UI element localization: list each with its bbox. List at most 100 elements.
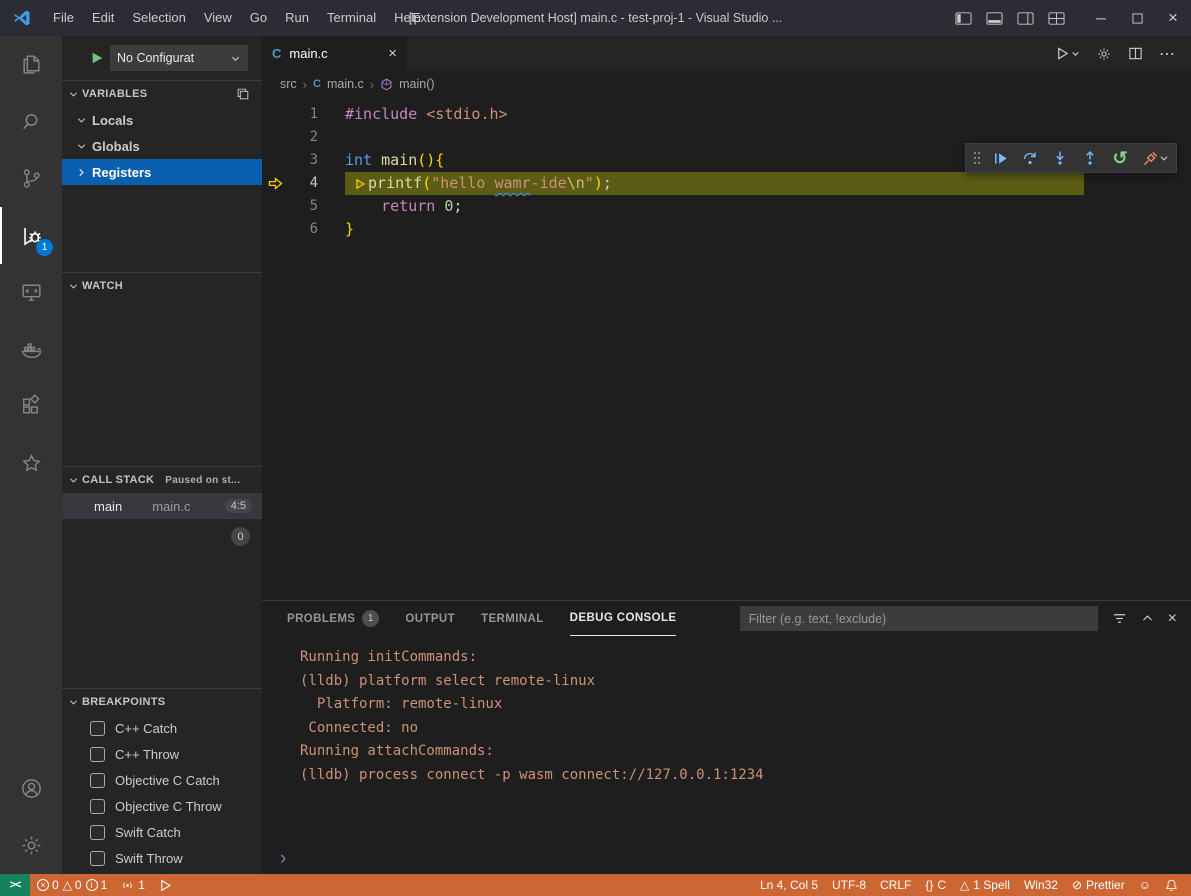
breakpoint-item[interactable]: Swift Throw: [62, 845, 262, 871]
bell-icon: [1165, 879, 1178, 892]
checkbox-unchecked[interactable]: [90, 773, 105, 788]
activity-extensions[interactable]: [0, 378, 62, 435]
configure-gear-icon[interactable]: [1096, 46, 1112, 62]
activity-docker[interactable]: [0, 321, 62, 378]
menu-selection[interactable]: Selection: [123, 0, 194, 36]
continue-button[interactable]: [985, 144, 1015, 172]
restart-button[interactable]: ↺: [1105, 144, 1135, 172]
variables-item-globals[interactable]: Globals: [62, 133, 262, 159]
status-label: UTF-8: [832, 878, 866, 892]
maximize-button[interactable]: [1119, 0, 1155, 36]
variables-header[interactable]: VARIABLES: [62, 81, 262, 107]
filter-icon[interactable]: [1112, 611, 1127, 626]
status-eol[interactable]: CRLF: [873, 874, 918, 896]
menu-terminal[interactable]: Terminal: [318, 0, 385, 36]
checkbox-unchecked[interactable]: [90, 825, 105, 840]
breakpoint-item[interactable]: Swift Catch: [62, 819, 262, 845]
variables-item-registers[interactable]: Registers: [62, 159, 262, 185]
toggle-secondary-sidebar-icon[interactable]: [1017, 11, 1034, 26]
menu-view[interactable]: View: [195, 0, 241, 36]
close-tab-icon[interactable]: ×: [388, 45, 397, 62]
breakpoint-label: C++ Throw: [115, 747, 179, 762]
status-prettier[interactable]: ⊘Prettier: [1065, 874, 1132, 896]
panel-tab-debug-console[interactable]: DEBUG CONSOLE: [570, 601, 677, 636]
status-feedback[interactable]: ☺: [1132, 874, 1158, 896]
activity-explorer[interactable]: [0, 36, 62, 93]
breadcrumb-file[interactable]: main.c: [327, 77, 364, 91]
panel-tab-terminal[interactable]: TERMINAL: [481, 601, 544, 636]
chevron-down-icon[interactable]: [1159, 153, 1173, 163]
breakpoint-item[interactable]: Objective C Catch: [62, 767, 262, 793]
status-debug[interactable]: [152, 874, 179, 896]
more-actions-icon[interactable]: ⋯: [1159, 44, 1175, 64]
inline-breakpoint-icon[interactable]: [354, 177, 366, 191]
status-spell-checker[interactable]: △1 Spell: [953, 874, 1017, 896]
launch-config-dropdown[interactable]: No Configurat: [110, 45, 248, 71]
activity-settings[interactable]: [0, 817, 62, 874]
menu-file[interactable]: File: [44, 0, 83, 36]
customize-layout-icon[interactable]: [1048, 11, 1065, 26]
status-cursor-position[interactable]: Ln 4, Col 5: [753, 874, 825, 896]
checkbox-unchecked[interactable]: [90, 799, 105, 814]
status-problems[interactable]: ×0 △0 i1: [30, 874, 114, 896]
status-language-mode[interactable]: {}C: [918, 874, 953, 896]
panel-tab-output[interactable]: OUTPUT: [405, 601, 455, 636]
call-stack-frame[interactable]: main main.c 4:5: [62, 493, 262, 519]
code-editor[interactable]: ↺ 1#include <stdio.h>23int main(){4 prin…: [262, 97, 1191, 600]
line-number[interactable]: 2: [288, 126, 318, 149]
activity-source-control[interactable]: [0, 150, 62, 207]
breakpoint-item[interactable]: C++ Catch: [62, 715, 262, 741]
variables-item-locals[interactable]: Locals: [62, 107, 262, 133]
status-platform[interactable]: Win32: [1017, 874, 1065, 896]
menu-run[interactable]: Run: [276, 0, 318, 36]
start-debugging-button[interactable]: [90, 51, 104, 65]
split-editor-icon[interactable]: [1128, 46, 1143, 61]
search-icon: [19, 109, 44, 134]
checkbox-unchecked[interactable]: [90, 851, 105, 866]
activity-favorites[interactable]: [0, 435, 62, 492]
breakpoint-item[interactable]: Objective C Throw: [62, 793, 262, 819]
breakpoints-header[interactable]: BREAKPOINTS: [62, 689, 262, 715]
toggle-sidebar-icon[interactable]: [955, 11, 972, 26]
call-stack-header[interactable]: CALL STACK Paused on st...: [62, 467, 262, 493]
line-number[interactable]: 5: [288, 195, 318, 218]
console-input[interactable]: ›: [262, 844, 1191, 874]
activity-search[interactable]: [0, 93, 62, 150]
console-filter-input[interactable]: [740, 606, 1098, 631]
menu-edit[interactable]: Edit: [83, 0, 123, 36]
panel-tab-problems[interactable]: PROBLEMS1: [287, 601, 379, 636]
menu-go[interactable]: Go: [241, 0, 276, 36]
line-number[interactable]: 6: [288, 218, 318, 241]
checkbox-unchecked[interactable]: [90, 747, 105, 762]
step-out-button[interactable]: [1075, 144, 1105, 172]
breadcrumb-folder[interactable]: src: [280, 77, 297, 91]
status-notifications[interactable]: [1158, 874, 1185, 896]
chevron-up-icon[interactable]: [1141, 612, 1154, 625]
menu-bar: FileEditSelectionViewGoRunTerminalHelp: [44, 0, 430, 36]
step-into-button[interactable]: [1045, 144, 1075, 172]
minimize-button[interactable]: ─: [1083, 0, 1119, 36]
code-token: -ide: [531, 172, 567, 195]
remote-indicator[interactable]: ><: [0, 874, 30, 896]
activity-account[interactable]: [0, 760, 62, 817]
tab-main-c[interactable]: C main.c ×: [262, 36, 407, 71]
breakpoint-item[interactable]: C++ Throw: [62, 741, 262, 767]
close-panel-icon[interactable]: ×: [1168, 610, 1177, 628]
run-file-button[interactable]: [1055, 46, 1080, 61]
status-ports[interactable]: 1: [114, 874, 152, 896]
activity-run-and-debug[interactable]: 1: [0, 207, 62, 264]
line-number[interactable]: 3: [288, 149, 318, 172]
status-encoding[interactable]: UTF-8: [825, 874, 873, 896]
line-number[interactable]: 1: [288, 103, 318, 126]
close-button[interactable]: ×: [1155, 0, 1191, 36]
current-line-arrow-icon[interactable]: [262, 172, 288, 195]
toggle-panel-icon[interactable]: [986, 11, 1003, 26]
step-over-button[interactable]: [1015, 144, 1045, 172]
activity-remote-explorer[interactable]: [0, 264, 62, 321]
line-number[interactable]: 4: [288, 172, 318, 195]
drag-handle-icon[interactable]: [969, 144, 985, 172]
copy-icon[interactable]: [236, 87, 262, 101]
breadcrumb-symbol[interactable]: main(): [399, 77, 434, 91]
watch-header[interactable]: WATCH: [62, 273, 262, 299]
checkbox-unchecked[interactable]: [90, 721, 105, 736]
